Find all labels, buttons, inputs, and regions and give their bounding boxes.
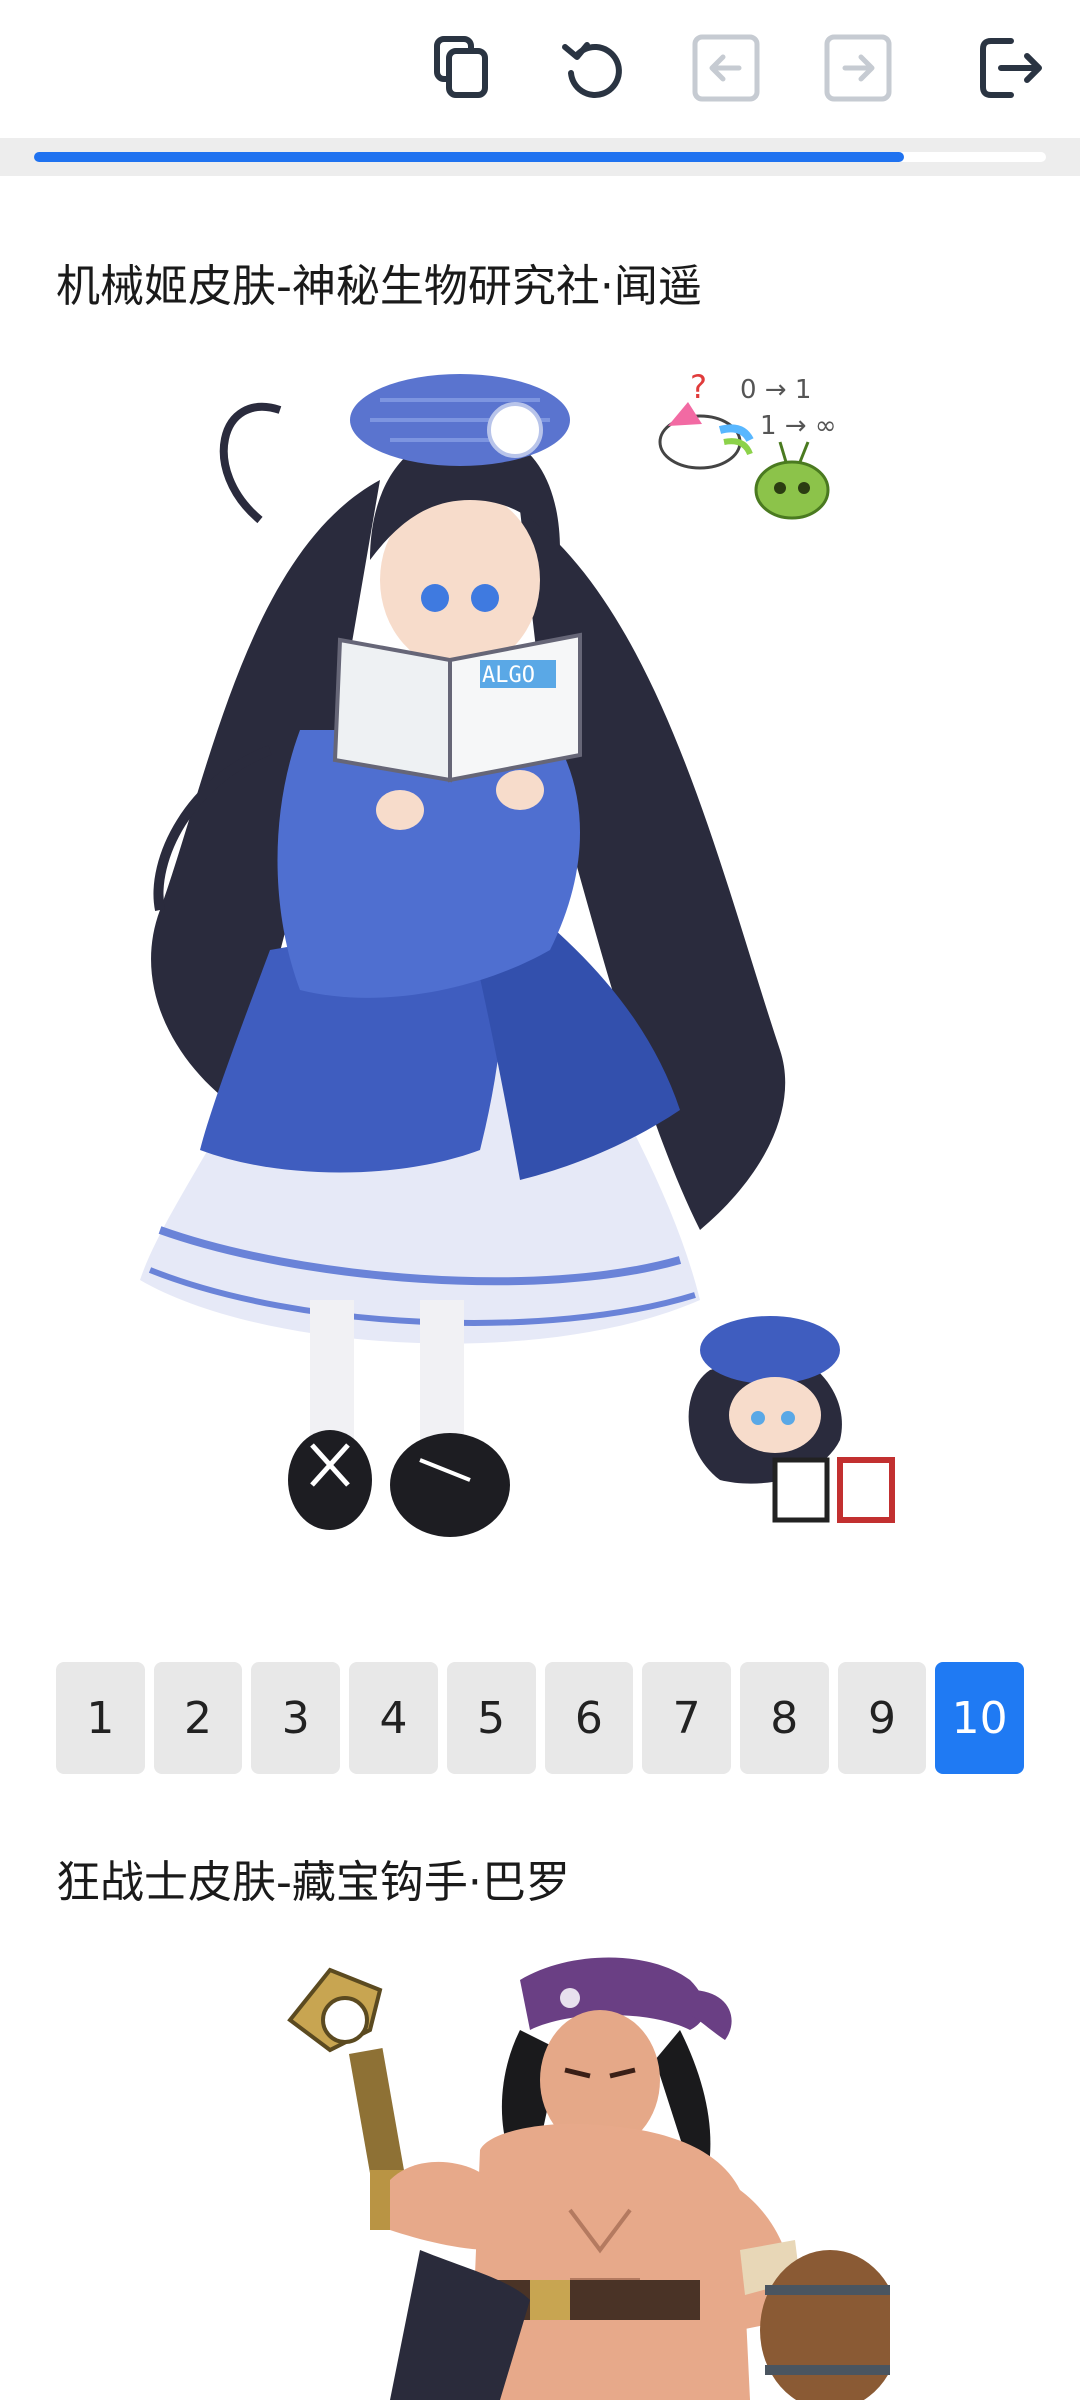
page-button-10[interactable]: 10 — [935, 1662, 1025, 1774]
skin-title: 机械姬皮肤-神秘生物研究社·闻遥 — [56, 261, 702, 312]
chibi-mascot — [688, 1316, 895, 1523]
pagination: 1 2 3 4 5 6 7 8 9 10 — [56, 1662, 1025, 1774]
top-toolbar — [0, 0, 1080, 139]
refresh-icon — [562, 42, 622, 98]
copy-icon — [434, 36, 488, 98]
exit-button[interactable] — [970, 28, 1050, 108]
page-button-2[interactable]: 2 — [153, 1662, 243, 1774]
skin-title: 狂战士皮肤-藏宝钩手·巴罗 — [56, 1857, 570, 1908]
doodle-decoration: ? 0 → 1 1 → ∞ — [658, 368, 837, 520]
forward-button[interactable] — [818, 28, 898, 108]
arrow-left-icon — [692, 34, 760, 102]
progress-track — [34, 152, 1046, 162]
character-artwork-image — [287, 1957, 890, 2400]
svg-text:1 → ∞: 1 → ∞ — [760, 411, 837, 441]
arrow-right-icon — [824, 34, 892, 102]
page-button-6[interactable]: 6 — [544, 1662, 634, 1774]
book-prop: ALGO — [332, 632, 582, 783]
page-button-3[interactable]: 3 — [251, 1662, 341, 1774]
page-button-5[interactable]: 5 — [446, 1662, 536, 1774]
page-button-4[interactable]: 4 — [349, 1662, 438, 1774]
page-button-1[interactable]: 1 — [56, 1662, 145, 1774]
page-button-9[interactable]: 9 — [837, 1662, 927, 1774]
back-button[interactable] — [686, 28, 766, 108]
logout-icon — [980, 38, 1042, 98]
page-button-8[interactable]: 8 — [739, 1662, 829, 1774]
svg-text:0 → 1: 0 → 1 — [740, 375, 811, 405]
character-artwork-image: ? 0 → 1 1 → ∞ ALGO — [140, 368, 895, 1537]
refresh-button[interactable] — [554, 28, 634, 108]
load-progress-bar — [0, 138, 1080, 176]
copy-button[interactable] — [422, 28, 502, 108]
svg-text:?: ? — [690, 368, 707, 406]
progress-fill — [34, 152, 905, 162]
page-button-7[interactable]: 7 — [642, 1662, 731, 1774]
svg-text:ALGO: ALGO — [482, 663, 535, 688]
